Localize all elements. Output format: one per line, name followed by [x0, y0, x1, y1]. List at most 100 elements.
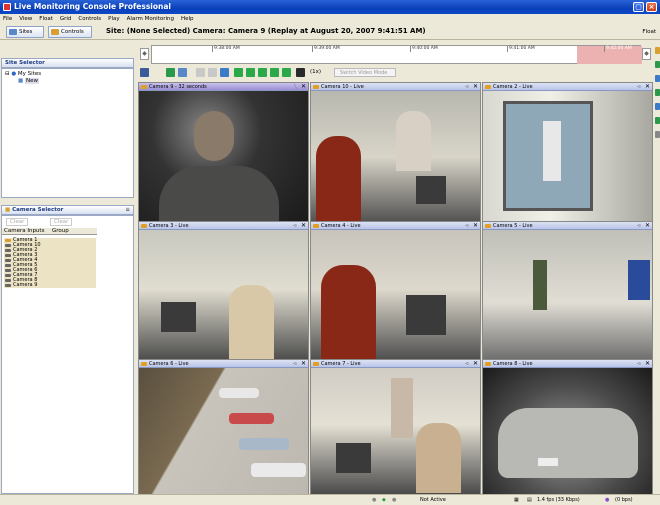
pan-icon[interactable]: ⊲	[465, 222, 469, 230]
pan-icon[interactable]: ╲	[294, 83, 297, 91]
timeline[interactable]: 9:38:00 AM 9:39:00 AM 9:40:00 AM 9:41:00…	[151, 45, 642, 64]
camera-tile[interactable]: Camera 8 - Live ⊲ ✕	[482, 359, 653, 494]
camera-tile[interactable]: Camera 2 - Live ⊲ ✕	[482, 82, 653, 223]
camera-feed[interactable]	[483, 91, 652, 223]
close-tile-icon[interactable]: ✕	[301, 360, 306, 368]
pan-icon[interactable]: ⊲	[637, 83, 641, 91]
camera-feed[interactable]	[139, 230, 308, 362]
site-selector-panel: ⊟ ● My Sites ■ New	[1, 68, 134, 198]
camera-tile-label: Camera 4 - Live	[321, 223, 361, 229]
camera-feed[interactable]	[139, 368, 308, 494]
feed-person	[543, 121, 561, 181]
close-tile-icon[interactable]: ✕	[473, 360, 478, 368]
menu-play[interactable]: Play	[108, 14, 119, 24]
feed-person	[194, 111, 234, 161]
clear-button-2[interactable]: Clear	[50, 218, 73, 226]
col-camera-inputs[interactable]: Camera Inputs	[4, 228, 44, 234]
camera-feed[interactable]	[483, 368, 652, 494]
menu-grid[interactable]: Grid	[60, 14, 72, 24]
speed-icon[interactable]	[296, 68, 305, 77]
rewind-icon[interactable]	[246, 68, 255, 77]
skip-forward-icon[interactable]	[282, 68, 291, 77]
camera-tile[interactable]: Camera 3 - Live ⊲ ✕	[138, 221, 309, 362]
tool-icon[interactable]	[655, 131, 660, 138]
tool-icon[interactable]	[655, 75, 660, 82]
tool-icon[interactable]	[655, 117, 660, 124]
pause-icon[interactable]	[258, 68, 267, 77]
sites-button[interactable]: Sites	[6, 26, 44, 38]
close-tile-icon[interactable]: ✕	[645, 360, 650, 368]
camera-tile-header: Camera 2 - Live ⊲ ✕	[483, 83, 652, 91]
camera-icon	[5, 259, 11, 262]
camera-tile[interactable]: Camera 4 - Live ⊲ ✕	[310, 221, 481, 362]
col-group[interactable]: Group	[52, 228, 69, 234]
camera-feed[interactable]	[311, 368, 480, 494]
grid-layout-icon[interactable]	[140, 68, 149, 77]
close-tile-icon[interactable]: ✕	[645, 222, 650, 230]
close-tile-icon[interactable]: ✕	[473, 83, 478, 91]
timeline-forward-button[interactable]: ◆	[642, 48, 651, 60]
panel-menu-icon[interactable]: ≡	[125, 206, 130, 214]
camera-tile-header: Camera 4 - Live ⊲ ✕	[311, 222, 480, 230]
bandwidth-readout: (0 bps)	[615, 497, 633, 503]
close-tile-icon[interactable]: ✕	[301, 83, 306, 91]
close-tile-icon[interactable]: ✕	[645, 83, 650, 91]
pan-icon[interactable]: ⊲	[637, 222, 641, 230]
camera-list-item[interactable]: Camera 9	[4, 283, 96, 288]
camera-icon	[141, 85, 147, 89]
camera-icon	[5, 264, 11, 267]
camera-tile[interactable]: Camera 5 - Live ⊲ ✕	[482, 221, 653, 362]
pan-icon[interactable]: ⊲	[465, 83, 469, 91]
audio-icon[interactable]	[208, 68, 217, 77]
switch-video-mode-select[interactable]: Switch Video Mode	[334, 68, 396, 77]
camera-tile[interactable]: Camera 10 - Live ⊲ ✕	[310, 82, 481, 223]
pan-icon[interactable]: ⊲	[465, 360, 469, 368]
menu-file[interactable]: File	[3, 14, 12, 24]
clear-button-1[interactable]: Clear	[6, 218, 29, 226]
pan-icon[interactable]: ⊲	[293, 222, 297, 230]
menu-float[interactable]: Float	[39, 14, 53, 24]
camera-tile[interactable]: Camera 6 - Live ⊲ ✕	[138, 359, 309, 494]
float-button[interactable]: Float	[642, 29, 656, 35]
tool-icon[interactable]	[655, 89, 660, 96]
record-icon: ●	[392, 497, 397, 503]
snapshot-icon[interactable]	[166, 68, 175, 77]
camera-feed[interactable]	[311, 230, 480, 362]
tool-icon[interactable]	[655, 103, 660, 110]
tree-child[interactable]: ■ New	[18, 78, 39, 84]
speed-select[interactable]: (1x)	[310, 69, 321, 75]
menu-alarm-monitoring[interactable]: Alarm Monitoring	[127, 14, 174, 24]
fullscreen-icon[interactable]	[178, 68, 187, 77]
menu-controls[interactable]: Controls	[78, 14, 101, 24]
camera-tile[interactable]: Camera 9 - 32 seconds ╲ ✕	[138, 82, 309, 223]
close-tile-icon[interactable]: ✕	[473, 222, 478, 230]
play-icon[interactable]	[270, 68, 279, 77]
tool-icon[interactable]	[655, 61, 660, 68]
controls-icon	[51, 29, 59, 35]
pan-icon[interactable]: ⊲	[293, 360, 297, 368]
close-tile-icon[interactable]: ✕	[301, 222, 306, 230]
tool-icon[interactable]	[655, 47, 660, 54]
server-icon: ■	[18, 78, 24, 84]
refresh-icon[interactable]	[220, 68, 229, 77]
tree-root[interactable]: ⊟ ● My Sites	[5, 71, 41, 77]
maximize-button[interactable]: ▢	[633, 2, 644, 12]
camera-feed[interactable]	[139, 91, 308, 223]
zoom-icon[interactable]	[196, 68, 205, 77]
pan-icon[interactable]: ⊲	[637, 360, 641, 368]
menu-help[interactable]: Help	[181, 14, 194, 24]
camera-tile-label: Camera 7 - Live	[321, 361, 361, 367]
controls-button[interactable]: Controls	[48, 26, 92, 38]
camera-tile[interactable]: Camera 7 - Live ⊲ ✕	[310, 359, 481, 494]
camera-icon	[5, 249, 11, 252]
skip-back-icon[interactable]	[234, 68, 243, 77]
camera-icon	[485, 362, 491, 366]
feed-person	[316, 136, 361, 221]
menu-view[interactable]: View	[19, 14, 32, 24]
camera-icon	[5, 254, 11, 257]
camera-feed[interactable]	[311, 91, 480, 223]
close-button[interactable]: ×	[646, 2, 657, 12]
camera-tile-header: Camera 6 - Live ⊲ ✕	[139, 360, 308, 368]
timeline-back-button[interactable]: ◆	[140, 48, 149, 60]
camera-feed[interactable]	[483, 230, 652, 362]
